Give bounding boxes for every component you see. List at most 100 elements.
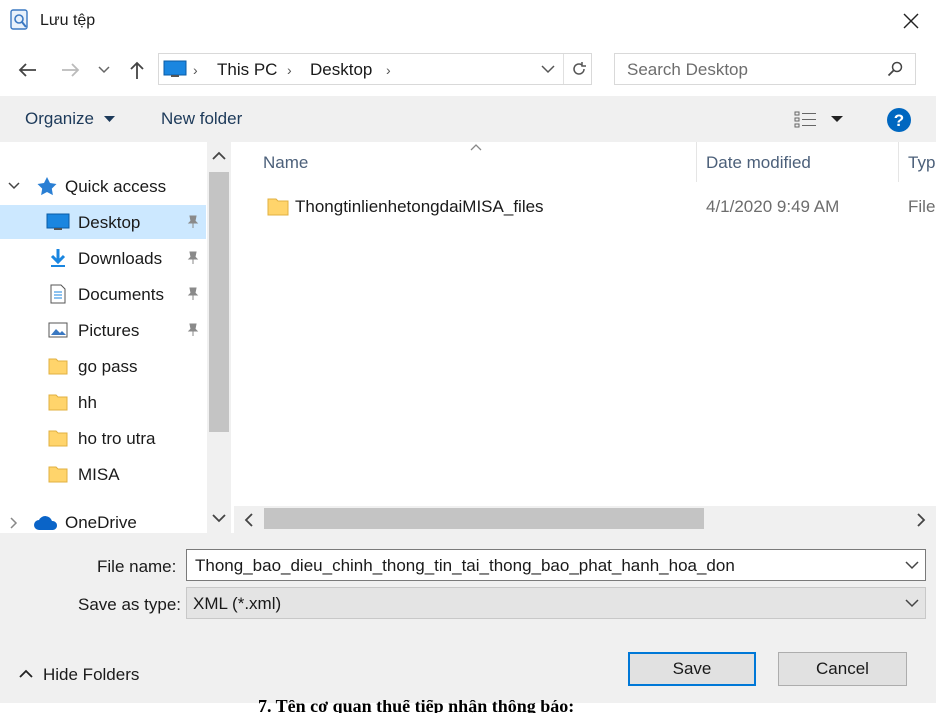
column-divider[interactable] [696, 142, 697, 182]
recent-locations-button[interactable] [94, 57, 114, 83]
up-button[interactable] [124, 57, 150, 83]
sidebar-item-desktop[interactable]: Desktop [0, 205, 206, 239]
organize-button[interactable]: Organize [25, 109, 94, 129]
sidebar-item-pictures[interactable]: Pictures [0, 313, 206, 347]
desktop-icon [46, 213, 70, 230]
star-icon [37, 177, 57, 196]
sidebar-item-label: go pass [78, 357, 138, 376]
hide-folders-toggle[interactable]: Hide Folders [14, 662, 154, 686]
save-as-type-value: XML (*.xml) [193, 594, 282, 613]
sidebar-item-label: Desktop [78, 213, 141, 232]
sidebar-item-label: Documents [78, 285, 164, 304]
chevron-down-icon[interactable] [905, 599, 919, 608]
view-details-icon[interactable] [794, 110, 818, 128]
scroll-right-icon[interactable] [917, 513, 926, 527]
search-icon [887, 61, 903, 77]
breadcrumb-desktop[interactable]: Desktop [310, 60, 372, 80]
sidebar-item-go-pass[interactable]: go pass [0, 349, 206, 383]
file-name-label: File name: [97, 557, 177, 576]
column-header-name[interactable]: Name [263, 153, 308, 173]
sidebar-item-label: OneDrive [65, 513, 137, 532]
breadcrumb-separator-icon: › [386, 62, 391, 78]
sidebar-item-downloads[interactable]: Downloads [0, 241, 206, 275]
command-toolbar: Organize New folder ? [0, 96, 936, 142]
folder-icon [48, 394, 68, 411]
back-button[interactable] [14, 57, 40, 83]
sidebar-item-misa[interactable]: MISA [0, 457, 206, 491]
document-icon [50, 284, 66, 304]
organize-dropdown-icon[interactable] [104, 116, 115, 123]
folder-icon [267, 198, 289, 216]
search-box[interactable]: Search Desktop [614, 53, 916, 85]
this-pc-icon [163, 60, 187, 77]
sidebar-item-label: Pictures [78, 321, 140, 340]
address-divider [563, 54, 564, 84]
file-name-cell: ThongtinlienhetongdaiMISA_files [295, 197, 544, 216]
up-arrow-icon [130, 61, 144, 79]
column-header-type[interactable]: Typ [908, 153, 935, 173]
window-title: Lưu tệp [40, 12, 96, 29]
folder-icon [48, 466, 68, 483]
search-input[interactable]: Search Desktop [627, 60, 748, 80]
title-bar: Lưu tệp [0, 0, 936, 44]
breadcrumb-separator-icon: › [287, 62, 292, 78]
file-date-cell: 4/1/2020 9:49 AM [706, 197, 840, 216]
hide-folders-label: Hide Folders [43, 665, 140, 684]
cancel-button[interactable]: Cancel [778, 652, 907, 686]
sidebar-item-onedrive[interactable]: OneDrive [0, 505, 206, 533]
pin-icon[interactable] [186, 287, 200, 301]
chevron-down-icon[interactable] [905, 561, 919, 570]
column-header-date-modified[interactable]: Date modified [706, 153, 811, 173]
download-arrow-icon [50, 249, 66, 267]
breadcrumb-this-pc[interactable]: This PC [217, 60, 277, 80]
chevron-right-icon[interactable] [10, 517, 18, 529]
sidebar-scrollbar-thumb[interactable] [209, 172, 229, 432]
sidebar-item-documents[interactable]: Documents [0, 277, 206, 311]
background-document-text: 7. Tên cơ quan thuế tiếp nhận thông báo: [258, 700, 575, 713]
svg-text:?: ? [894, 111, 904, 130]
picture-icon [48, 322, 68, 338]
file-name-input[interactable]: Thong_bao_dieu_chinh_thong_tin_tai_thong… [195, 556, 735, 576]
save-as-type-select[interactable]: XML (*.xml) [186, 587, 926, 619]
forward-arrow-icon [62, 63, 80, 77]
sidebar-item-label: hh [78, 393, 97, 412]
close-icon[interactable] [900, 10, 922, 32]
scroll-down-icon[interactable] [212, 514, 226, 523]
folder-icon [48, 430, 68, 447]
pin-icon[interactable] [186, 323, 200, 337]
save-button[interactable]: Save [628, 652, 756, 686]
file-list: Name Date modified Typ Thongtinlienheton… [234, 142, 936, 506]
scroll-up-icon[interactable] [212, 151, 226, 160]
chevron-up-icon [19, 669, 33, 678]
file-name-field[interactable]: Thong_bao_dieu_chinh_thong_tin_tai_thong… [186, 549, 926, 581]
sidebar-item-hh[interactable]: hh [0, 385, 206, 419]
back-arrow-icon [18, 63, 36, 77]
app-icon [10, 9, 28, 30]
file-list-scrollbar-thumb[interactable] [264, 508, 704, 529]
chevron-down-icon [98, 66, 110, 74]
address-bar[interactable]: › This PC › Desktop › [158, 53, 592, 85]
refresh-icon[interactable] [570, 60, 588, 78]
sidebar-item-ho-tro-utra[interactable]: ho tro utra [0, 421, 206, 455]
navigation-pane: Quick access Desktop Downloads Documents… [0, 142, 230, 533]
pin-icon[interactable] [186, 215, 200, 229]
help-icon[interactable]: ? [886, 107, 912, 133]
sidebar-item-label: Downloads [78, 249, 163, 268]
table-row[interactable]: ThongtinlienhetongdaiMISA_files 4/1/2020… [234, 188, 936, 224]
chevron-down-icon[interactable] [8, 182, 20, 190]
save-as-type-label: Save as type: [78, 595, 182, 614]
file-type-cell: File [908, 197, 936, 216]
pin-icon[interactable] [186, 251, 200, 265]
scroll-left-icon[interactable] [244, 513, 253, 527]
breadcrumb-separator-icon: › [193, 62, 198, 78]
sidebar-item-label: MISA [78, 465, 120, 484]
column-divider[interactable] [898, 142, 899, 182]
navigation-bar: › This PC › Desktop › Search Desktop [0, 44, 936, 96]
new-folder-button[interactable]: New folder [161, 109, 242, 129]
view-dropdown-icon[interactable] [831, 116, 843, 123]
forward-button[interactable] [58, 57, 84, 83]
sidebar-quick-access[interactable]: Quick access [0, 169, 206, 203]
cloud-icon [34, 516, 58, 530]
sidebar-item-label: ho tro utra [78, 429, 156, 448]
address-dropdown-icon[interactable] [541, 65, 555, 74]
